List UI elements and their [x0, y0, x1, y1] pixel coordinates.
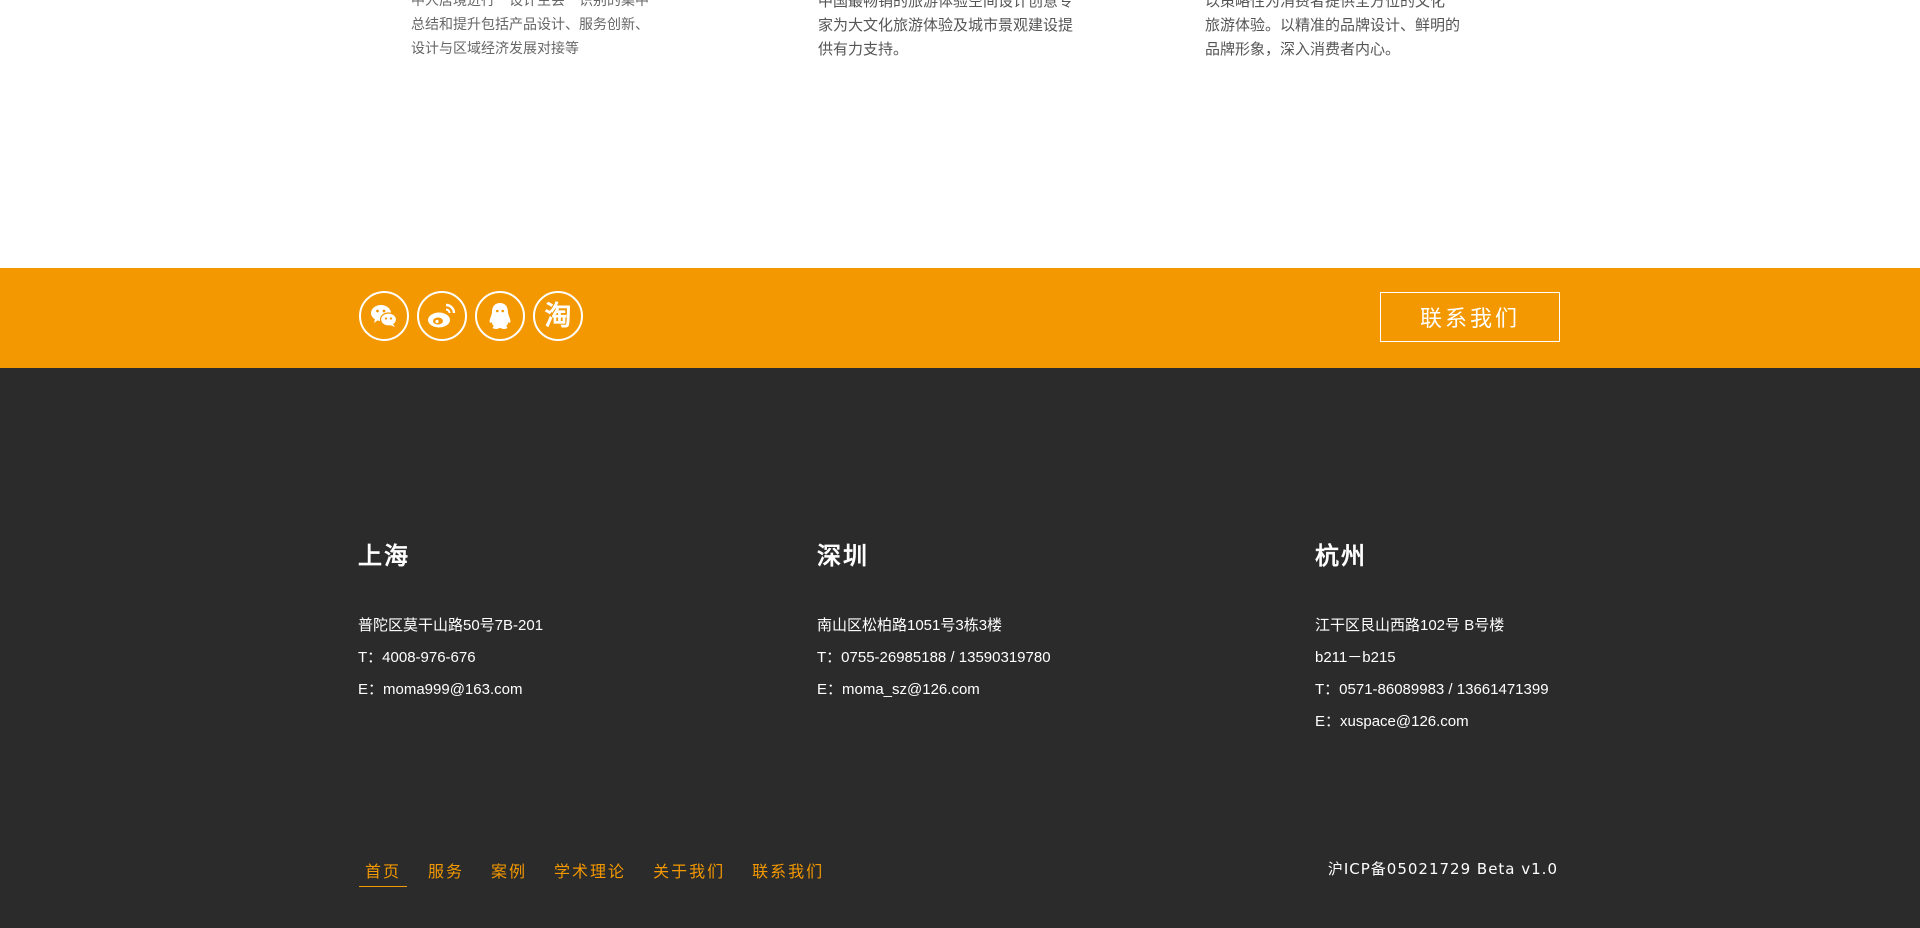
office-hangzhou: 杭州 江干区艮山西路102号 B号楼 b211－b215 T：0571-8608… [1315, 540, 1549, 738]
office-phone: T：0755-26985188 / 13590319780 [817, 649, 1051, 666]
wechat-icon[interactable] [359, 291, 409, 341]
nav-link-cases[interactable]: 案例 [485, 858, 533, 887]
service-line: 设计与区域经济发展对接等 [411, 41, 579, 57]
contact-us-button[interactable]: 联系我们 [1380, 292, 1560, 342]
weibo-glyph [428, 303, 456, 328]
service-line: 家为大文化旅游体验及城市景观建设提 [818, 16, 1074, 34]
office-shenzhen: 深圳 南山区松柏路1051号3栋3楼 T：0755-26985188 / 135… [817, 540, 1051, 706]
office-address: 普陀区莫干山路50号7B-201 [358, 617, 544, 634]
office-address-room: b211－b215 [1315, 649, 1396, 666]
footer: 上海 普陀区莫干山路50号7B-201 T：4008-976-676 E：mom… [0, 368, 1920, 928]
service-line: 总结和提升包括产品设计、服务创新、 [411, 17, 649, 33]
service-text-1: 中人居境进行一设计主会一识别的集中 总结和提升包括产品设计、服务创新、 设计与区… [411, 0, 649, 61]
office-city: 杭州 [1315, 542, 1367, 570]
service-line: 中国最畅销的旅游体验空间设计创意专 [818, 0, 1074, 10]
taobao-glyph: 淘 [544, 300, 572, 332]
office-address: 江干区艮山西路102号 B号楼 [1315, 617, 1505, 634]
social-links: 淘 [359, 291, 583, 341]
taobao-icon[interactable]: 淘 [533, 291, 583, 341]
service-text-2: 中国最畅销的旅游体验空间设计创意专 家为大文化旅游体验及城市景观建设提 供有力支… [818, 0, 1073, 61]
office-email: E：moma999@163.com [358, 681, 523, 698]
office-email: E：moma_sz@126.com [817, 681, 980, 698]
service-line: 旅游体验。以精准的品牌设计、鲜明的 [1205, 16, 1461, 34]
nav-link-contact[interactable]: 联系我们 [746, 858, 830, 887]
office-phone: T：0571-86089983 / 13661471399 [1315, 681, 1549, 698]
qq-icon[interactable] [475, 291, 525, 341]
office-address: 南山区松柏路1051号3栋3楼 [817, 617, 1003, 634]
weibo-icon[interactable] [417, 291, 467, 341]
social-band [0, 268, 1920, 368]
nav-link-services[interactable]: 服务 [422, 858, 470, 887]
office-email: E：xuspace@126.com [1315, 713, 1469, 730]
footer-nav: 首页 服务 案例 学术理论 关于我们 联系我们 [359, 858, 845, 887]
service-line: 品牌形象，深入消费者内心。 [1205, 40, 1401, 58]
nav-link-about[interactable]: 关于我们 [647, 858, 731, 887]
service-text-3: 以策略性为消费者提供全方位的文化 旅游体验。以精准的品牌设计、鲜明的 品牌形象，… [1205, 0, 1460, 61]
office-city: 深圳 [817, 542, 869, 570]
office-city: 上海 [358, 542, 410, 570]
wechat-glyph [371, 305, 398, 327]
nav-link-academic[interactable]: 学术理论 [548, 858, 632, 887]
service-line: 以策略性为消费者提供全方位的文化 [1205, 0, 1446, 10]
service-line: 中人居境进行一设计主会一识别的集中 [411, 0, 649, 9]
office-shanghai: 上海 普陀区莫干山路50号7B-201 T：4008-976-676 E：mom… [358, 540, 543, 706]
qq-glyph [489, 303, 511, 329]
service-line: 供有力支持。 [818, 40, 909, 58]
icp-license: 沪ICP备05021729 Beta v1.0 [1327, 860, 1558, 878]
services-section: 中人居境进行一设计主会一识别的集中 总结和提升包括产品设计、服务创新、 设计与区… [0, 0, 1920, 268]
nav-link-home[interactable]: 首页 [359, 858, 408, 887]
office-phone: T：4008-976-676 [358, 649, 476, 666]
